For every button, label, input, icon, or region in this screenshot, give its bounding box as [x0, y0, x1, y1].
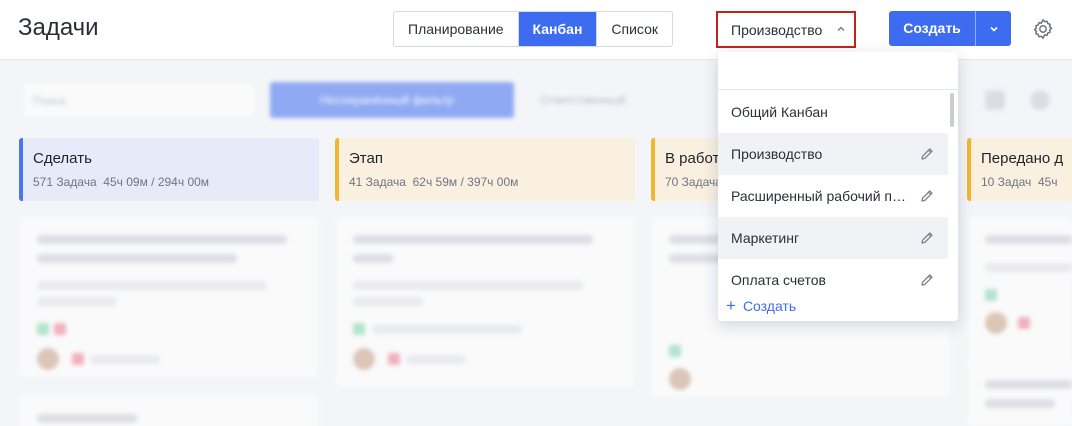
board-dropdown: Общий Канбан Производство Расширенный ра… [718, 52, 958, 321]
search-input[interactable]: Поиск [22, 82, 257, 118]
pencil-icon[interactable] [919, 188, 935, 204]
gear-icon[interactable] [1031, 17, 1055, 41]
dropdown-create-label: Создать [742, 298, 797, 314]
tab-list[interactable]: Список [597, 12, 672, 46]
task-card[interactable] [20, 396, 318, 426]
dropdown-item-invoice-payment[interactable]: Оплата счетов [718, 259, 948, 301]
dropdown-item-production[interactable]: Производство [718, 133, 948, 175]
dropdown-item-general-kanban[interactable]: Общий Канбан [718, 91, 948, 133]
create-split-button: Создать [889, 11, 1011, 46]
pencil-icon[interactable] [919, 146, 935, 162]
top-header: Задачи Планирование Канбан Список Произв… [0, 0, 1072, 60]
page-title: Задачи [18, 14, 99, 41]
dropdown-create-button[interactable]: + Создать [726, 296, 797, 315]
column-title: Передано д [981, 150, 1064, 167]
dropdown-search-input[interactable] [727, 52, 949, 90]
dropdown-item-label: Маркетинг [731, 230, 800, 246]
column-title: Этап [349, 150, 383, 167]
column-header-stage: Этап 41 Задача 62ч 59м / 397ч 00м [335, 138, 635, 201]
create-button[interactable]: Создать [889, 11, 976, 46]
column-title: Сделать [33, 150, 92, 167]
dropdown-scrollbar[interactable] [950, 93, 954, 127]
filter-button[interactable]: Несохранённый фильтр [270, 82, 514, 118]
column-header-in-progress: В работе 70 Задача [651, 138, 721, 201]
tab-kanban[interactable]: Канбан [518, 12, 598, 46]
dropdown-item-extended-workflow[interactable]: Расширенный рабочий процесс [718, 175, 948, 217]
task-card[interactable] [20, 217, 318, 377]
board-selector[interactable]: Производство [716, 11, 856, 48]
dropdown-search [718, 52, 958, 90]
columns-icon[interactable] [1030, 90, 1050, 110]
view-icon[interactable] [985, 90, 1005, 110]
dropdown-item-label: Общий Канбан [731, 104, 828, 120]
chevron-down-icon [989, 26, 998, 32]
responsible-filter[interactable]: Ответственный [540, 93, 626, 107]
task-card[interactable] [968, 364, 1072, 426]
column-title: В работе [665, 150, 721, 167]
column-header-todo: Сделать 571 Задача 45ч 09м / 294ч 00м [19, 138, 319, 201]
tab-planning[interactable]: Планирование [394, 12, 519, 46]
dropdown-item-label: Расширенный рабочий процесс [731, 188, 909, 204]
view-switcher: Планирование Канбан Список [393, 11, 673, 47]
dropdown-item-label: Оплата счетов [731, 272, 826, 288]
column-header-handed-over: Передано д 10 Задач 45ч [967, 138, 1072, 201]
task-card[interactable] [968, 217, 1072, 367]
pencil-icon[interactable] [919, 272, 935, 288]
column-stats: 41 Задача 62ч 59м / 397ч 00м [349, 175, 519, 189]
pencil-icon[interactable] [919, 230, 935, 246]
task-card[interactable] [336, 217, 634, 387]
column-stats: 10 Задач 45ч [981, 175, 1058, 189]
create-options-button[interactable] [976, 11, 1011, 46]
column-stats: 70 Задача [665, 175, 721, 189]
column-stats: 571 Задача 45ч 09м / 294ч 00м [33, 175, 210, 189]
plus-icon: + [726, 296, 736, 315]
chevron-up-icon [837, 26, 845, 31]
dropdown-item-marketing[interactable]: Маркетинг [718, 217, 948, 259]
dropdown-item-label: Производство [731, 146, 823, 162]
board-selector-label: Производство [731, 21, 823, 38]
